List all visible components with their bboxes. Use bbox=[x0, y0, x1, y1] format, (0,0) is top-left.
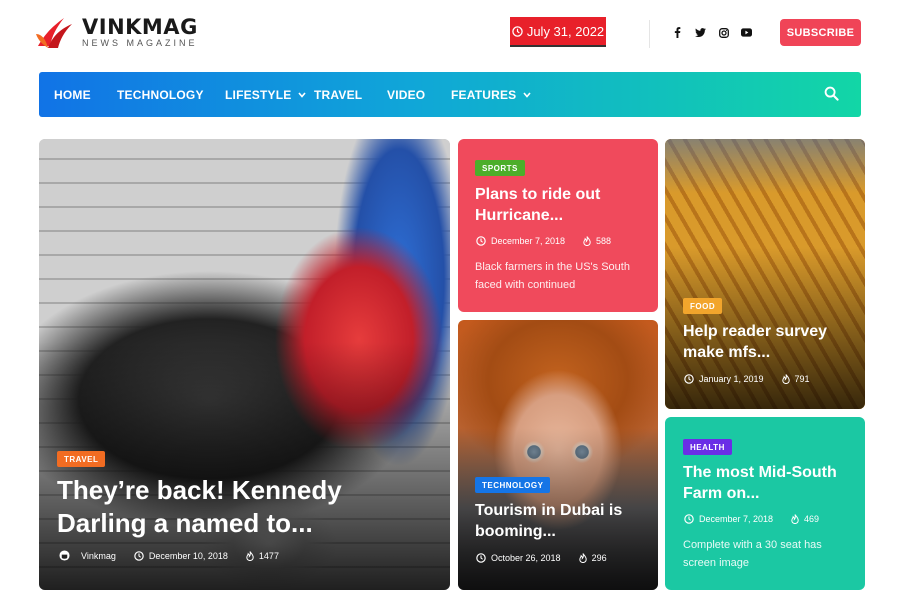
article-card-food[interactable]: FOOD Help reader survey make mfs... Janu… bbox=[665, 139, 865, 409]
flame-icon bbox=[583, 236, 591, 246]
logo-tagline: NEWS MAGAZINE bbox=[82, 37, 198, 48]
article-author[interactable]: Vinkmag bbox=[81, 551, 116, 561]
nav-item-label: HOME bbox=[54, 87, 91, 102]
facebook-icon[interactable] bbox=[672, 27, 683, 38]
nav-item-technology[interactable]: TECHNOLOGY bbox=[117, 72, 204, 117]
category-badge[interactable]: TRAVEL bbox=[57, 451, 106, 467]
main-nav: HOME TECHNOLOGY LIFESTYLE TRAVEL VIDEO F… bbox=[39, 72, 861, 117]
site-logo[interactable]: VINKMAG NEWS MAGAZINE bbox=[34, 12, 198, 52]
article-title[interactable]: Help reader survey make mfs... bbox=[683, 321, 853, 363]
nav-item-lifestyle[interactable]: LIFESTYLE bbox=[225, 72, 307, 117]
nav-item-label: FEATURES bbox=[451, 87, 517, 102]
category-badge[interactable]: SPORTS bbox=[475, 160, 525, 176]
clock-icon bbox=[512, 25, 523, 37]
subscribe-button[interactable]: SUBSCRIBE bbox=[780, 19, 861, 46]
article-excerpt: Black farmers in the US's South faced wi… bbox=[475, 261, 630, 291]
youtube-icon[interactable] bbox=[741, 27, 752, 38]
article-views: 296 bbox=[591, 553, 607, 563]
instagram-icon[interactable] bbox=[718, 27, 729, 38]
clock-icon bbox=[476, 553, 486, 563]
chevron-down-icon bbox=[298, 90, 307, 100]
current-date-badge: July 31, 2022 bbox=[510, 17, 606, 47]
article-meta: October 26, 2018 296 bbox=[476, 553, 607, 563]
article-title[interactable]: Tourism in Dubai is booming... bbox=[475, 500, 645, 542]
article-views: 469 bbox=[804, 514, 820, 524]
article-meta: December 7, 2018 469 bbox=[684, 514, 819, 524]
article-views: 791 bbox=[794, 374, 810, 384]
article-excerpt: Complete with a 30 seat has screen image bbox=[683, 539, 822, 569]
article-card-health[interactable]: HEALTH The most Mid-South Farm on... Dec… bbox=[665, 417, 865, 590]
nav-item-label: TRAVEL bbox=[314, 87, 363, 102]
social-links bbox=[672, 27, 752, 38]
nav-item-features[interactable]: FEATURES bbox=[451, 72, 531, 117]
nav-item-label: VIDEO bbox=[387, 87, 426, 102]
logo-name: VINKMAG bbox=[82, 14, 198, 39]
article-views: 1477 bbox=[258, 550, 279, 561]
chevron-down-icon bbox=[523, 90, 531, 100]
article-date: December 10, 2018 bbox=[148, 550, 228, 561]
flame-icon bbox=[781, 374, 790, 384]
flame-icon bbox=[246, 550, 254, 561]
clock-icon bbox=[476, 236, 486, 246]
logo-flame-icon bbox=[36, 18, 72, 48]
article-card-technology[interactable]: TECHNOLOGY Tourism in Dubai is booming..… bbox=[458, 320, 658, 590]
article-meta: December 7, 2018 588 bbox=[476, 236, 611, 246]
nav-item-home[interactable]: HOME bbox=[54, 72, 91, 117]
twitter-icon[interactable] bbox=[695, 27, 706, 38]
nav-item-video[interactable]: VIDEO bbox=[387, 72, 425, 117]
category-badge[interactable]: TECHNOLOGY bbox=[475, 477, 551, 493]
article-date: October 26, 2018 bbox=[491, 553, 561, 563]
category-badge[interactable]: FOOD bbox=[683, 298, 723, 314]
search-icon[interactable] bbox=[824, 86, 839, 101]
article-meta: Vinkmag December 10, 2018 1477 bbox=[59, 550, 279, 561]
flame-icon bbox=[578, 553, 587, 563]
clock-icon bbox=[134, 550, 144, 561]
article-title[interactable]: They’re back! Kennedy Darling a named to… bbox=[57, 474, 437, 540]
article-date: December 7, 2018 bbox=[699, 514, 774, 524]
clock-icon bbox=[684, 514, 694, 524]
nav-item-label: TECHNOLOGY bbox=[117, 87, 204, 102]
flame-icon bbox=[791, 514, 799, 524]
clock-icon bbox=[684, 374, 694, 384]
article-card-travel[interactable]: TRAVEL They’re back! Kennedy Darling a n… bbox=[39, 139, 450, 590]
article-meta: January 1, 2019 791 bbox=[684, 374, 810, 384]
article-title[interactable]: Plans to ride out Hurricane... bbox=[475, 184, 645, 226]
article-title[interactable]: The most Mid-South Farm on... bbox=[683, 462, 853, 504]
nav-item-travel[interactable]: TRAVEL bbox=[314, 72, 362, 117]
article-date: December 7, 2018 bbox=[491, 236, 566, 246]
category-badge[interactable]: HEALTH bbox=[683, 439, 732, 455]
avatar bbox=[59, 550, 70, 561]
article-date: January 1, 2019 bbox=[699, 374, 764, 384]
current-date: July 31, 2022 bbox=[526, 23, 605, 39]
nav-item-label: LIFESTYLE bbox=[225, 87, 292, 102]
article-card-sports[interactable]: SPORTS Plans to ride out Hurricane... De… bbox=[458, 139, 658, 312]
header-divider bbox=[649, 20, 650, 48]
article-views: 588 bbox=[596, 236, 612, 246]
